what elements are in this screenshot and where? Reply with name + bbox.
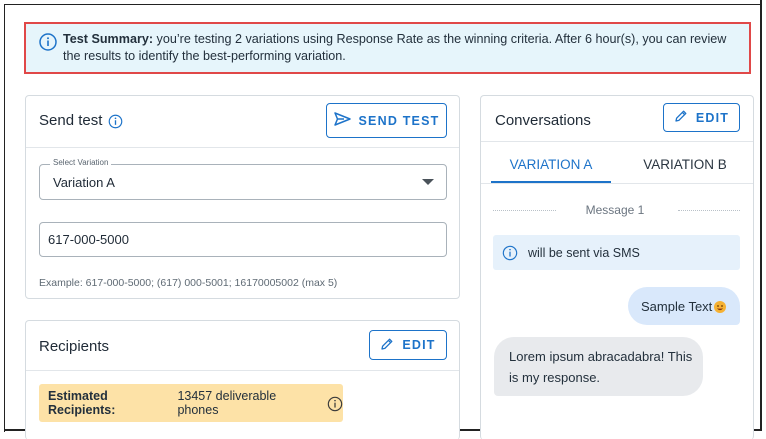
outgoing-message-bubble: Sample Text <box>628 287 740 325</box>
info-icon[interactable] <box>108 111 123 130</box>
conversations-edit-label: EDIT <box>695 110 730 125</box>
conversations-title: Conversations <box>495 112 591 129</box>
message-divider <box>493 210 556 211</box>
estimate-value: 13457 deliverable phones <box>177 389 277 417</box>
summary-label: Test Summary: <box>63 32 154 46</box>
incoming-message-text: Lorem ipsum abracadabra! This is my resp… <box>509 349 693 385</box>
card-divider <box>26 370 459 371</box>
info-icon <box>39 33 57 56</box>
message-label: Message 1 <box>585 203 645 217</box>
phone-hint: Example: 617-000-5000; (617) 000-5001; 1… <box>39 277 338 289</box>
recipients-edit-label: EDIT <box>402 338 436 352</box>
test-summary-banner: Test Summary: you’re testing 2 variation… <box>24 22 751 74</box>
card-divider <box>481 141 753 142</box>
recipients-title: Recipients <box>39 338 110 355</box>
select-value: Variation A <box>53 175 115 190</box>
tabs-divider <box>481 183 753 184</box>
tab-variation-b[interactable]: VARIATION B <box>630 157 740 172</box>
sms-note-text: will be sent via SMS <box>528 245 640 260</box>
info-icon <box>502 243 518 262</box>
send-test-title-text: Send test <box>39 112 103 129</box>
conversations-edit-button[interactable]: EDIT <box>663 103 740 132</box>
emoji-icon <box>714 301 727 313</box>
frame-edge <box>760 0 762 430</box>
select-legend: Select Variation <box>50 158 112 167</box>
summary-body: you’re testing 2 variations using Respon… <box>63 32 727 63</box>
phone-number-input[interactable] <box>39 222 447 257</box>
outgoing-message-text: Sample Text <box>641 298 713 314</box>
send-test-button-label: SEND TEST <box>358 113 440 128</box>
info-icon[interactable] <box>327 394 343 413</box>
send-test-title: Send test <box>39 111 123 130</box>
incoming-message-bubble: Lorem ipsum abracadabra! This is my resp… <box>494 337 703 396</box>
send-test-button[interactable]: SEND TEST <box>326 103 447 138</box>
pencil-icon <box>380 337 394 354</box>
estimate-label: Estimated Recipients: <box>48 389 116 417</box>
summary-text: Test Summary: you’re testing 2 variation… <box>63 31 745 65</box>
recipients-edit-button[interactable]: EDIT <box>369 330 447 360</box>
pencil-icon <box>674 109 688 126</box>
caret-down-icon <box>422 179 434 185</box>
card-divider <box>26 147 459 148</box>
message-divider <box>678 210 740 211</box>
send-icon <box>333 112 351 129</box>
estimated-recipients: Estimated Recipients: 13457 deliverable … <box>39 384 343 422</box>
tab-variation-a[interactable]: VARIATION A <box>491 157 611 172</box>
sms-note: will be sent via SMS <box>493 235 740 270</box>
variation-select[interactable]: Select Variation Variation A <box>39 158 447 200</box>
